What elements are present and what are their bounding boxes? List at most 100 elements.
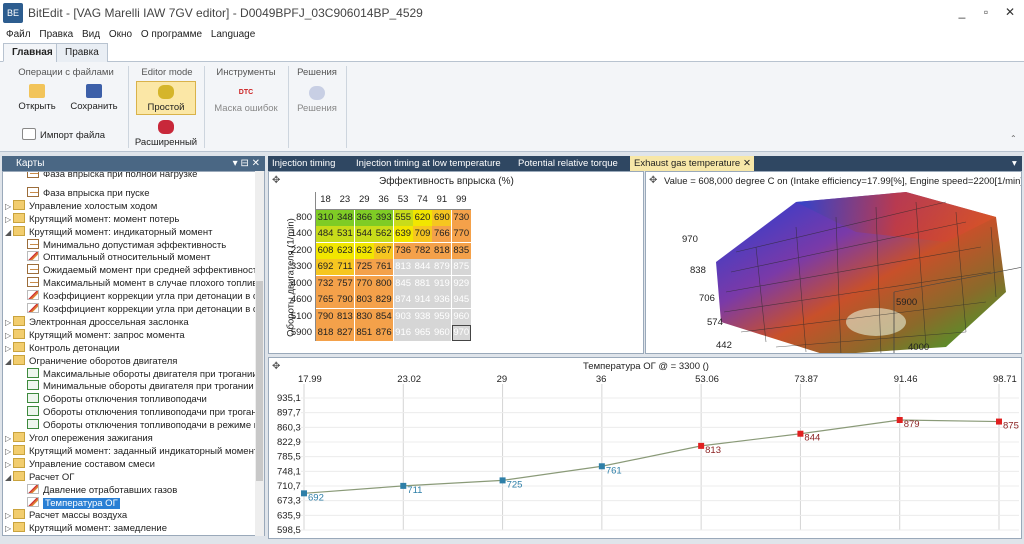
map-cell[interactable]: 835 bbox=[451, 242, 471, 259]
open-button[interactable]: Открыть bbox=[14, 84, 60, 112]
map-cell[interactable]: 914 bbox=[413, 292, 432, 308]
move-icon[interactable]: ✥ bbox=[649, 175, 657, 186]
map-cell[interactable]: 310 bbox=[316, 209, 335, 226]
data-point[interactable] bbox=[499, 477, 506, 484]
tree-folder[interactable]: ▷ Угол опережения зажигания bbox=[5, 432, 153, 445]
map-cell[interactable]: 929 bbox=[451, 275, 471, 292]
tree-item[interactable]: Давление отработавших газов bbox=[27, 483, 177, 497]
map-cell[interactable]: 945 bbox=[451, 292, 471, 308]
expand-icon[interactable]: ▷ bbox=[5, 509, 13, 522]
map-cell[interactable]: 829 bbox=[374, 292, 394, 308]
tree-item[interactable]: Максимальный момент в случае плохого топ… bbox=[27, 277, 263, 290]
map-cell[interactable]: 632 bbox=[354, 242, 374, 259]
map-cell[interactable]: 851 bbox=[354, 325, 374, 341]
data-point[interactable] bbox=[400, 482, 407, 489]
map-cell[interactable]: 366 bbox=[354, 209, 374, 226]
expand-icon[interactable]: ▷ bbox=[5, 329, 13, 342]
close-button[interactable]: ✕ bbox=[1000, 3, 1020, 21]
map-cell[interactable]: 608 bbox=[316, 242, 335, 259]
expand-icon[interactable]: ▷ bbox=[5, 342, 13, 355]
import-file-button[interactable]: Импорт файла bbox=[22, 128, 112, 141]
map-cell[interactable]: 761 bbox=[374, 259, 394, 275]
tree-scrollbar[interactable] bbox=[255, 171, 264, 536]
map-cell[interactable]: 827 bbox=[335, 325, 355, 341]
map-cell[interactable]: 711 bbox=[335, 259, 355, 275]
expand-icon[interactable]: ▷ bbox=[5, 213, 13, 226]
map-cell[interactable]: 903 bbox=[393, 308, 413, 325]
tree-folder[interactable]: ▷ Крутящий момент: замедление bbox=[5, 522, 167, 535]
map-cell[interactable]: 770 bbox=[354, 275, 374, 292]
map-cell[interactable]: 692 bbox=[316, 259, 335, 275]
map-cell[interactable]: 874 bbox=[393, 292, 413, 308]
map-cell[interactable]: 854 bbox=[374, 308, 394, 325]
map-cell[interactable]: 916 bbox=[393, 325, 413, 341]
map-cell[interactable]: 938 bbox=[413, 308, 432, 325]
map-cell[interactable]: 730 bbox=[451, 209, 471, 226]
tab-exhaust-gas-temperature[interactable]: Exhaust gas temperature ✕ bbox=[630, 156, 754, 171]
map-cell[interactable]: 667 bbox=[374, 242, 394, 259]
tree-item[interactable]: Температура ОГ bbox=[27, 496, 120, 510]
map-cell[interactable]: 818 bbox=[316, 325, 335, 341]
map-cell[interactable]: 790 bbox=[335, 292, 355, 308]
map-cell[interactable]: 393 bbox=[374, 209, 394, 226]
minimize-button[interactable]: _ bbox=[952, 3, 972, 21]
data-point[interactable] bbox=[301, 490, 307, 497]
map-cell[interactable]: 875 bbox=[451, 259, 471, 275]
map-cell[interactable]: 970 bbox=[451, 325, 471, 341]
collapse-icon[interactable]: ◢ bbox=[5, 226, 13, 239]
panel-controls-icon[interactable]: ▾ ⊟ ✕ bbox=[233, 156, 260, 171]
map-cell[interactable]: 803 bbox=[354, 292, 374, 308]
data-point[interactable] bbox=[797, 430, 804, 437]
map-cell[interactable]: 732 bbox=[316, 275, 335, 292]
map-cell[interactable]: 555 bbox=[393, 209, 413, 226]
data-point[interactable] bbox=[996, 418, 1002, 425]
map-cell[interactable]: 544 bbox=[354, 226, 374, 242]
expand-icon[interactable]: ▷ bbox=[5, 316, 13, 329]
tree-item[interactable]: Фаза впрыска при полной нагрузке bbox=[27, 172, 197, 181]
tree-folder[interactable]: ▷ Крутящий момент: запрос момента bbox=[5, 328, 185, 342]
tree-folder[interactable]: ▷ Крутящий момент: момент потерь bbox=[5, 212, 179, 226]
tab-close-icon[interactable]: ✕ bbox=[743, 156, 751, 171]
simple-mode-button[interactable]: Простой bbox=[136, 81, 196, 115]
surface-3d-plot[interactable] bbox=[646, 172, 1022, 354]
map-cell[interactable]: 813 bbox=[393, 259, 413, 275]
map-cell[interactable]: 770 bbox=[451, 226, 471, 242]
menu-view[interactable]: Вид bbox=[82, 26, 100, 43]
tree-folder[interactable]: ▷ Управление составом смеси bbox=[5, 457, 155, 471]
map-cell[interactable]: 936 bbox=[432, 292, 452, 308]
tree-folder[interactable]: ◢ Расчет ОГ bbox=[5, 470, 74, 484]
tree-folder[interactable]: ▷ Контроль детонации bbox=[5, 341, 120, 355]
menu-file[interactable]: Файл bbox=[6, 26, 31, 43]
map-cell[interactable]: 766 bbox=[432, 226, 452, 242]
tree-folder[interactable]: ▷ Управление холостым ходом bbox=[5, 199, 157, 213]
data-point[interactable] bbox=[698, 442, 705, 449]
map-cell[interactable]: 736 bbox=[393, 242, 413, 259]
map-cell[interactable]: 813 bbox=[335, 308, 355, 325]
map-cell[interactable]: 881 bbox=[413, 275, 432, 292]
map-cell[interactable]: 879 bbox=[432, 259, 452, 275]
tree-item[interactable]: Обороты отключения топливоподачи bbox=[27, 393, 207, 406]
map-cell[interactable]: 623 bbox=[335, 242, 355, 259]
tab-potential-relative-torque[interactable]: Potential relative torque bbox=[514, 156, 622, 171]
ribbon-tab-home[interactable]: Главная bbox=[3, 43, 62, 62]
tree-folder[interactable]: ▷ Расчет массы воздуха bbox=[5, 509, 127, 522]
menu-about[interactable]: О программе bbox=[141, 26, 202, 43]
tree-item[interactable]: Обороты отключения топливоподачи при тро… bbox=[27, 406, 262, 419]
expand-icon[interactable]: ▷ bbox=[5, 445, 13, 458]
map-cell[interactable]: 639 bbox=[393, 226, 413, 242]
map-cell[interactable]: 830 bbox=[354, 308, 374, 325]
tab-list-icon[interactable]: ▾ bbox=[1008, 156, 1021, 171]
map-cell[interactable]: 562 bbox=[374, 226, 394, 242]
map-cell[interactable]: 960 bbox=[432, 325, 452, 341]
map-cell[interactable]: 876 bbox=[374, 325, 394, 341]
map-cell[interactable]: 709 bbox=[413, 226, 432, 242]
expand-icon[interactable]: ▷ bbox=[5, 432, 13, 445]
tree-scrollbar-thumb[interactable] bbox=[256, 281, 263, 481]
tab-injection-timing-low-temp[interactable]: Injection timing at low temperature bbox=[352, 156, 505, 171]
map-cell[interactable]: 725 bbox=[354, 259, 374, 275]
menu-language[interactable]: Language bbox=[211, 26, 256, 43]
tree-item[interactable]: Минимально допустимая эффективность bbox=[27, 238, 226, 252]
line-chart[interactable]: 17.99 23.02 29 36 53.06 73.87 91.46 98.71 935,1 8… bbox=[269, 358, 1023, 540]
tab-injection-timing[interactable]: Injection timing bbox=[268, 156, 339, 171]
map-cell[interactable]: 790 bbox=[316, 308, 335, 325]
